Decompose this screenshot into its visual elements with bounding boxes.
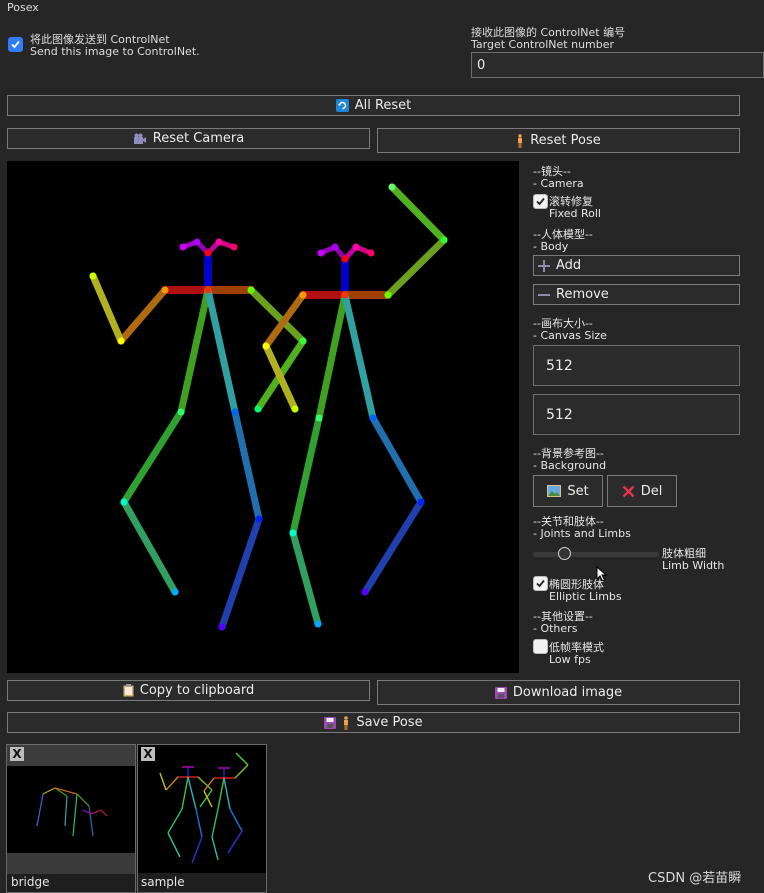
- save-pose-button[interactable]: Save Pose: [7, 712, 740, 733]
- send-to-controlnet-checkbox[interactable]: [8, 37, 23, 52]
- download-image-button[interactable]: Download image: [377, 680, 740, 705]
- remove-label: Remove: [556, 287, 609, 302]
- elliptic-limbs-checkbox[interactable]: [533, 576, 548, 591]
- set-label: Set: [567, 483, 589, 499]
- elliptic-label-en: Elliptic Limbs: [549, 590, 622, 603]
- body-label-en: - Body: [533, 240, 569, 253]
- camera-icon: [133, 133, 147, 145]
- target-label-en: Target ControlNet number: [471, 38, 615, 51]
- person-icon: [342, 715, 350, 730]
- canvas-size-label-en: - Canvas Size: [533, 329, 607, 342]
- watermark: CSDN @若苗瞬: [648, 871, 742, 886]
- thumbnail-image: [138, 745, 266, 873]
- pose-thumbnail-sample[interactable]: X sample: [137, 744, 267, 893]
- reset-pose-button[interactable]: Reset Pose: [377, 128, 740, 153]
- fixed-roll-checkbox[interactable]: [533, 194, 548, 209]
- skeleton-right: [262, 183, 448, 628]
- delete-background-button[interactable]: Del: [607, 475, 677, 507]
- person-icon: [516, 133, 524, 148]
- cross-icon: [622, 485, 635, 498]
- minus-icon: [538, 289, 550, 301]
- download-label: Download image: [512, 685, 623, 700]
- floppy-icon: [324, 716, 337, 729]
- reset-camera-button[interactable]: Reset Camera: [7, 128, 370, 149]
- checkmark-icon: [11, 40, 20, 49]
- checkmark-icon: [536, 579, 545, 588]
- joints-label-en: - Joints and Limbs: [533, 527, 631, 540]
- reset-camera-label: Reset Camera: [152, 131, 245, 146]
- reset-icon: [335, 99, 349, 112]
- pose-skeleton-svg: [89, 183, 448, 631]
- canvas-width-input[interactable]: 512: [533, 345, 740, 386]
- canvas-height-input[interactable]: 512: [533, 394, 740, 435]
- remove-body-button[interactable]: Remove: [533, 284, 740, 305]
- others-label-en: - Others: [533, 622, 578, 635]
- panel-title: Posex: [7, 1, 39, 14]
- all-reset-label: All Reset: [354, 98, 412, 113]
- background-label-en: - Background: [533, 459, 607, 472]
- thumbnail-image: [7, 766, 135, 853]
- limb-width-label-en: Limb Width: [662, 559, 725, 572]
- fixed-roll-label-en: Fixed Roll: [549, 207, 601, 220]
- pose-thumbnail-bridge[interactable]: X bridge: [6, 744, 136, 893]
- image-icon: [547, 485, 562, 497]
- checkmark-icon: [536, 197, 545, 206]
- add-label: Add: [556, 258, 582, 273]
- save-pose-label: Save Pose: [356, 715, 423, 730]
- all-reset-button[interactable]: All Reset: [7, 95, 740, 116]
- limb-width-slider[interactable]: [533, 547, 659, 560]
- thumbnail-close-button[interactable]: X: [141, 747, 155, 761]
- clipboard-icon: [123, 684, 134, 697]
- set-background-button[interactable]: Set: [533, 475, 603, 507]
- low-fps-checkbox[interactable]: [533, 639, 548, 654]
- slider-thumb[interactable]: [557, 547, 571, 560]
- thumbnail-close-button[interactable]: X: [10, 747, 24, 761]
- copy-label: Copy to clipboard: [139, 683, 255, 698]
- thumbnail-name: sample: [141, 875, 185, 889]
- del-label: Del: [640, 483, 663, 499]
- low-fps-label-en: Low fps: [549, 653, 591, 666]
- thumbnail-name: bridge: [11, 875, 50, 889]
- copy-to-clipboard-button[interactable]: Copy to clipboard: [7, 680, 370, 701]
- target-controlnet-input[interactable]: 0: [471, 52, 764, 78]
- pose-canvas[interactable]: [7, 161, 519, 673]
- camera-label-en: - Camera: [533, 177, 584, 190]
- floppy-icon: [494, 686, 507, 699]
- plus-icon: [538, 259, 550, 272]
- skeleton-left: [89, 238, 307, 631]
- add-body-button[interactable]: Add: [533, 255, 740, 276]
- send-label-en: Send this image to ControlNet.: [30, 45, 200, 58]
- reset-pose-label: Reset Pose: [530, 133, 601, 148]
